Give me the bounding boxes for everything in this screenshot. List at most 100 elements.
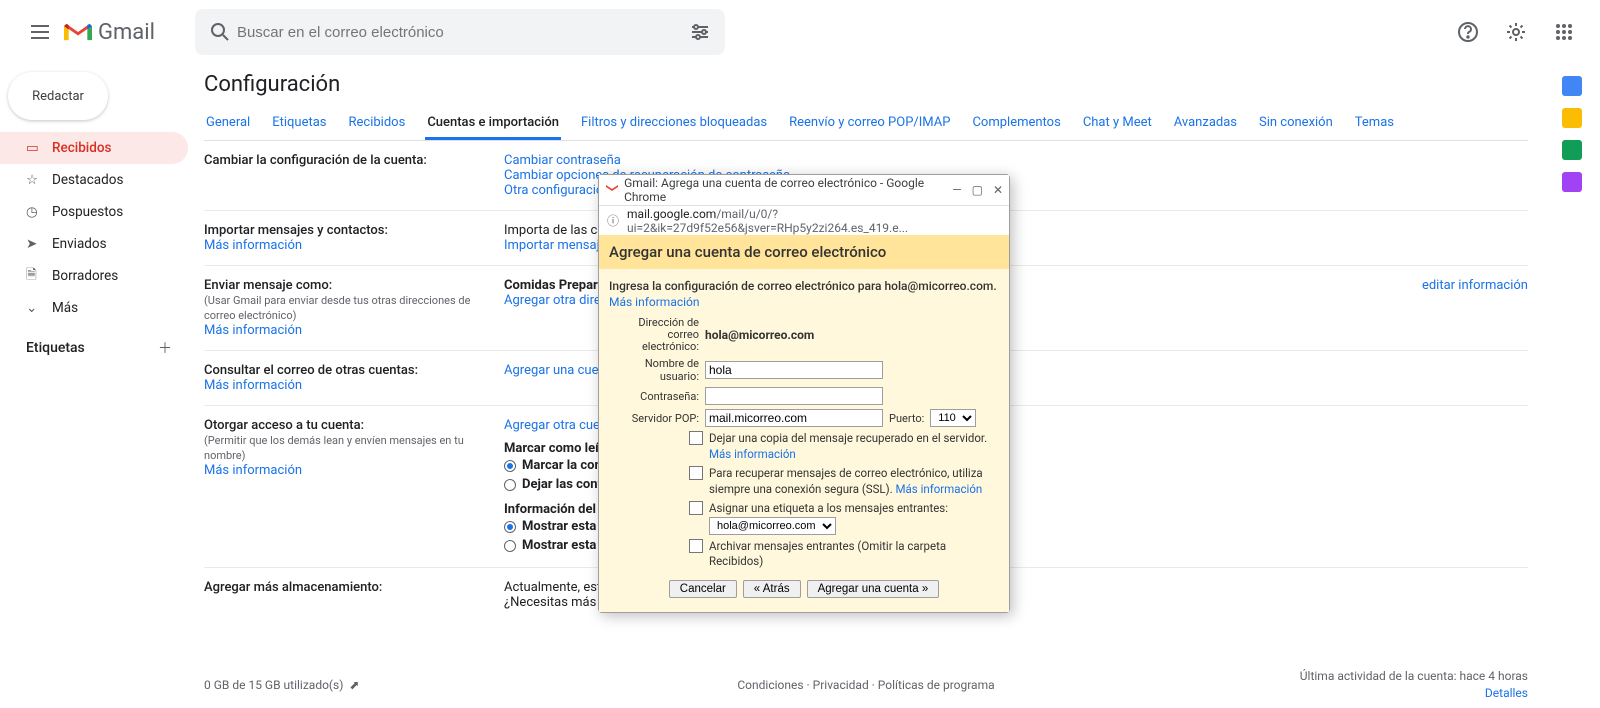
settings-tabs: General Etiquetas Recibidos Cuentas e im… bbox=[204, 109, 1528, 141]
close-button[interactable]: ✕ bbox=[993, 183, 1003, 197]
gmail-wordmark: Gmail bbox=[98, 20, 155, 45]
show-dir-2-radio[interactable] bbox=[504, 540, 516, 552]
password-input[interactable] bbox=[705, 387, 883, 405]
pop-server-input[interactable] bbox=[705, 409, 883, 427]
page-title: Configuración bbox=[204, 64, 1528, 109]
site-info-icon[interactable]: ⓘ bbox=[607, 212, 619, 229]
maximize-button[interactable]: ▢ bbox=[972, 183, 983, 197]
send-as-sub: (Usar Gmail para enviar desde tus otras … bbox=[204, 294, 470, 322]
search-options-icon[interactable] bbox=[683, 22, 717, 42]
tab-chat-meet[interactable]: Chat y Meet bbox=[1081, 109, 1154, 140]
tab-themes[interactable]: Temas bbox=[1353, 109, 1396, 140]
add-account-button[interactable]: Agregar una cuenta » bbox=[807, 580, 940, 598]
storage-heading: Agregar más almacenamiento: bbox=[204, 580, 382, 595]
details-link[interactable]: Detalles bbox=[1485, 686, 1528, 700]
sidebar-item-drafts[interactable]: 🗎Borradores bbox=[0, 260, 188, 292]
mark-read-hdr: Marcar como leído bbox=[504, 441, 613, 456]
footer-links[interactable]: Condiciones · Privacidad · Políticas de … bbox=[737, 678, 994, 692]
compose-button[interactable]: Redactar bbox=[8, 72, 108, 120]
send-as-more-info[interactable]: Más información bbox=[204, 323, 302, 338]
leave-conv-radio[interactable] bbox=[504, 479, 516, 491]
label-select[interactable]: hola@micorreo.com bbox=[709, 517, 836, 535]
settings-button[interactable] bbox=[1496, 12, 1536, 52]
mark-conv-radio[interactable] bbox=[504, 460, 516, 472]
sidebar-item-inbox[interactable]: ▭Recibidos bbox=[0, 132, 188, 164]
back-button[interactable]: « Atrás bbox=[743, 580, 801, 598]
tab-filters[interactable]: Filtros y direcciones bloqueadas bbox=[579, 109, 769, 140]
show-dir-1-radio[interactable] bbox=[504, 521, 516, 533]
chevron-down-icon: ⌄ bbox=[26, 300, 52, 316]
gmail-icon bbox=[64, 21, 92, 43]
storage-usage: 0 GB de 15 GB utilizado(s) bbox=[204, 678, 343, 692]
open-in-new-icon[interactable]: ⬈ bbox=[349, 678, 359, 692]
archive-checkbox[interactable] bbox=[689, 539, 703, 553]
add-label-button[interactable]: ＋ bbox=[158, 338, 172, 358]
check-mail-more-info[interactable]: Más información bbox=[204, 378, 302, 393]
keep-app-icon[interactable] bbox=[1562, 108, 1582, 128]
leave-copy-checkbox[interactable] bbox=[689, 431, 703, 445]
ssl-more[interactable]: Más información bbox=[896, 482, 983, 496]
send-icon: ➤ bbox=[26, 236, 52, 252]
email-value: hola@micorreo.com bbox=[705, 328, 814, 342]
tab-inbox[interactable]: Recibidos bbox=[347, 109, 408, 140]
help-icon bbox=[1457, 21, 1479, 43]
user-label: Nombre de usuario: bbox=[609, 357, 699, 383]
tab-advanced[interactable]: Avanzadas bbox=[1172, 109, 1239, 140]
tab-offline[interactable]: Sin conexión bbox=[1257, 109, 1335, 140]
sidebar-item-sent[interactable]: ➤Enviados bbox=[0, 228, 188, 260]
calendar-app-icon[interactable] bbox=[1562, 76, 1582, 96]
pop-label: Servidor POP: bbox=[609, 412, 699, 425]
username-input[interactable] bbox=[705, 361, 883, 379]
gear-icon bbox=[1505, 21, 1527, 43]
import-more-info[interactable]: Más información bbox=[204, 238, 302, 253]
search-icon bbox=[203, 22, 237, 42]
edit-info-link[interactable]: editar información bbox=[1422, 278, 1528, 293]
popup-window-title: Gmail: Agrega una cuenta de correo elect… bbox=[624, 176, 946, 204]
sidebar-item-snoozed[interactable]: ◷Pospuestos bbox=[0, 196, 188, 228]
draft-icon: 🗎 bbox=[26, 265, 52, 288]
grant-access-more-info[interactable]: Más información bbox=[204, 463, 302, 478]
support-button[interactable] bbox=[1448, 12, 1488, 52]
tab-forwarding-pop[interactable]: Reenvío y correo POP/IMAP bbox=[787, 109, 952, 140]
import-messages-link[interactable]: Importar mensajes bbox=[504, 238, 613, 253]
grant-access-heading: Otorgar acceso a tu cuenta: bbox=[204, 418, 364, 433]
gmail-mini-icon bbox=[605, 184, 618, 196]
apps-button[interactable] bbox=[1544, 12, 1584, 52]
last-activity: Última actividad de la cuenta: hace 4 ho… bbox=[1300, 669, 1528, 683]
label-checkbox[interactable] bbox=[689, 501, 703, 515]
search-bar[interactable] bbox=[195, 9, 725, 55]
star-icon: ☆ bbox=[26, 172, 52, 188]
minimize-button[interactable]: — bbox=[952, 183, 961, 197]
ssl-checkbox[interactable] bbox=[689, 466, 703, 480]
tab-accounts-import[interactable]: Cuentas e importación bbox=[425, 109, 561, 140]
add-account-popup: Gmail: Agrega una cuenta de correo elect… bbox=[598, 174, 1010, 613]
apps-grid-icon bbox=[1555, 23, 1573, 41]
tab-addons[interactable]: Complementos bbox=[970, 109, 1062, 140]
tab-general[interactable]: General bbox=[204, 109, 252, 140]
send-as-heading: Enviar mensaje como: bbox=[204, 278, 332, 293]
popup-url-domain: mail.google.com bbox=[627, 207, 716, 221]
import-heading: Importar mensajes y contactos: bbox=[204, 223, 388, 238]
popup-more-info[interactable]: Más información bbox=[609, 295, 700, 309]
leave-copy-more[interactable]: Más información bbox=[709, 447, 796, 461]
clock-icon: ◷ bbox=[26, 204, 52, 220]
change-password-link[interactable]: Cambiar contraseña bbox=[504, 153, 621, 168]
tasks-app-icon[interactable] bbox=[1562, 140, 1582, 160]
search-input[interactable] bbox=[237, 24, 683, 41]
hamburger-icon bbox=[31, 25, 49, 39]
port-select[interactable]: 110 bbox=[930, 409, 976, 427]
email-label: Dirección de correo electrónico: bbox=[609, 317, 699, 353]
cancel-button[interactable]: Cancelar bbox=[669, 580, 737, 598]
sidebar-item-starred[interactable]: ☆Destacados bbox=[0, 164, 188, 196]
check-mail-heading: Consultar el correo de otras cuentas: bbox=[204, 363, 418, 378]
sidebar-item-more[interactable]: ⌄Más bbox=[0, 292, 188, 324]
change-account-heading: Cambiar la configuración de la cuenta: bbox=[204, 153, 427, 168]
contacts-app-icon[interactable] bbox=[1562, 172, 1582, 192]
grant-access-sub: (Permitir que los demás lean y envíen me… bbox=[204, 434, 464, 462]
popup-heading: Agregar una cuenta de correo electrónico bbox=[599, 235, 1009, 269]
tab-labels[interactable]: Etiquetas bbox=[270, 109, 328, 140]
port-label: Puerto: bbox=[889, 412, 924, 425]
main-menu-button[interactable] bbox=[16, 8, 64, 56]
inbox-icon: ▭ bbox=[26, 140, 52, 156]
gmail-logo[interactable]: Gmail bbox=[64, 20, 155, 45]
